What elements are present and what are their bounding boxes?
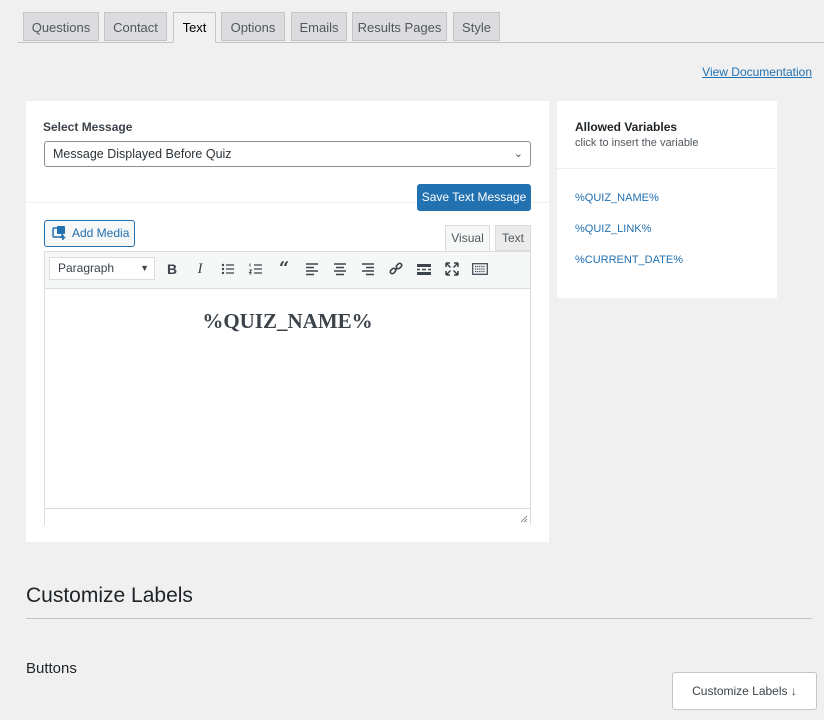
allowed-variables-panel: Allowed Variables click to insert the va… bbox=[557, 101, 777, 298]
tab-text[interactable]: Text bbox=[173, 12, 216, 43]
variable-current-date[interactable]: %CURRENT_DATE% bbox=[575, 254, 683, 266]
customize-labels-heading: Customize Labels bbox=[26, 584, 193, 607]
chevron-down-icon: ⌄ bbox=[513, 148, 523, 160]
tab-results-pages[interactable]: Results Pages bbox=[352, 12, 447, 41]
allowed-variables-title: Allowed Variables bbox=[575, 120, 678, 134]
view-documentation-link[interactable]: View Documentation bbox=[702, 65, 812, 79]
message-select[interactable]: Message Displayed Before Quiz ⌄ bbox=[44, 141, 531, 167]
blockquote-icon[interactable]: “ bbox=[273, 258, 295, 280]
save-text-message-button[interactable]: Save Text Message bbox=[417, 184, 531, 211]
tab-style[interactable]: Style bbox=[453, 12, 500, 41]
editor-statusbar bbox=[45, 508, 530, 525]
message-select-value: Message Displayed Before Quiz bbox=[53, 147, 232, 161]
variable-quiz-name[interactable]: %QUIZ_NAME% bbox=[575, 192, 659, 204]
add-media-icon bbox=[52, 226, 66, 240]
section-divider bbox=[26, 618, 812, 619]
select-message-label: Select Message bbox=[43, 120, 133, 134]
bulleted-list-icon[interactable] bbox=[217, 258, 239, 280]
numbered-list-icon[interactable] bbox=[245, 258, 267, 280]
tab-options[interactable]: Options bbox=[221, 12, 285, 41]
tab-divider bbox=[18, 42, 824, 43]
editor-content-text: %QUIZ_NAME% bbox=[202, 309, 373, 333]
allowed-variables-subtitle: click to insert the variable bbox=[575, 137, 699, 149]
rich-text-editor: Paragraph ▼ B I “ %QUIZ_NAME% bbox=[44, 251, 531, 525]
fullscreen-icon[interactable] bbox=[441, 258, 463, 280]
buttons-subheading: Buttons bbox=[26, 660, 77, 677]
add-media-button[interactable]: Add Media bbox=[44, 220, 135, 247]
format-select[interactable]: Paragraph ▼ bbox=[49, 257, 155, 280]
variable-quiz-link[interactable]: %QUIZ_LINK% bbox=[575, 223, 651, 235]
align-left-icon[interactable] bbox=[301, 258, 323, 280]
bold-icon[interactable]: B bbox=[161, 258, 183, 280]
text-message-panel: Select Message Message Displayed Before … bbox=[26, 101, 549, 542]
resize-grip-icon[interactable] bbox=[520, 515, 528, 523]
customize-labels-button[interactable]: Customize Labels ↓ bbox=[672, 672, 817, 710]
add-media-label: Add Media bbox=[72, 226, 130, 240]
tab-contact[interactable]: Contact bbox=[104, 12, 167, 41]
link-icon[interactable] bbox=[385, 258, 407, 280]
align-center-icon[interactable] bbox=[329, 258, 351, 280]
tab-bar: Questions Contact Text Options Emails Re… bbox=[0, 0, 824, 43]
tab-visual[interactable]: Visual bbox=[445, 225, 490, 251]
toolbar-toggle-icon[interactable] bbox=[469, 258, 491, 280]
format-select-value: Paragraph bbox=[58, 261, 115, 275]
tab-questions[interactable]: Questions bbox=[23, 12, 99, 41]
read-more-icon[interactable] bbox=[413, 258, 435, 280]
side-divider bbox=[557, 168, 777, 169]
tab-text-mode[interactable]: Text bbox=[495, 225, 531, 251]
editor-content-area[interactable]: %QUIZ_NAME% bbox=[45, 289, 530, 507]
editor-toolbar: Paragraph ▼ B I “ bbox=[45, 252, 530, 289]
italic-icon[interactable]: I bbox=[189, 258, 211, 280]
caret-down-icon: ▼ bbox=[140, 263, 149, 273]
tab-emails[interactable]: Emails bbox=[291, 12, 347, 41]
align-right-icon[interactable] bbox=[357, 258, 379, 280]
